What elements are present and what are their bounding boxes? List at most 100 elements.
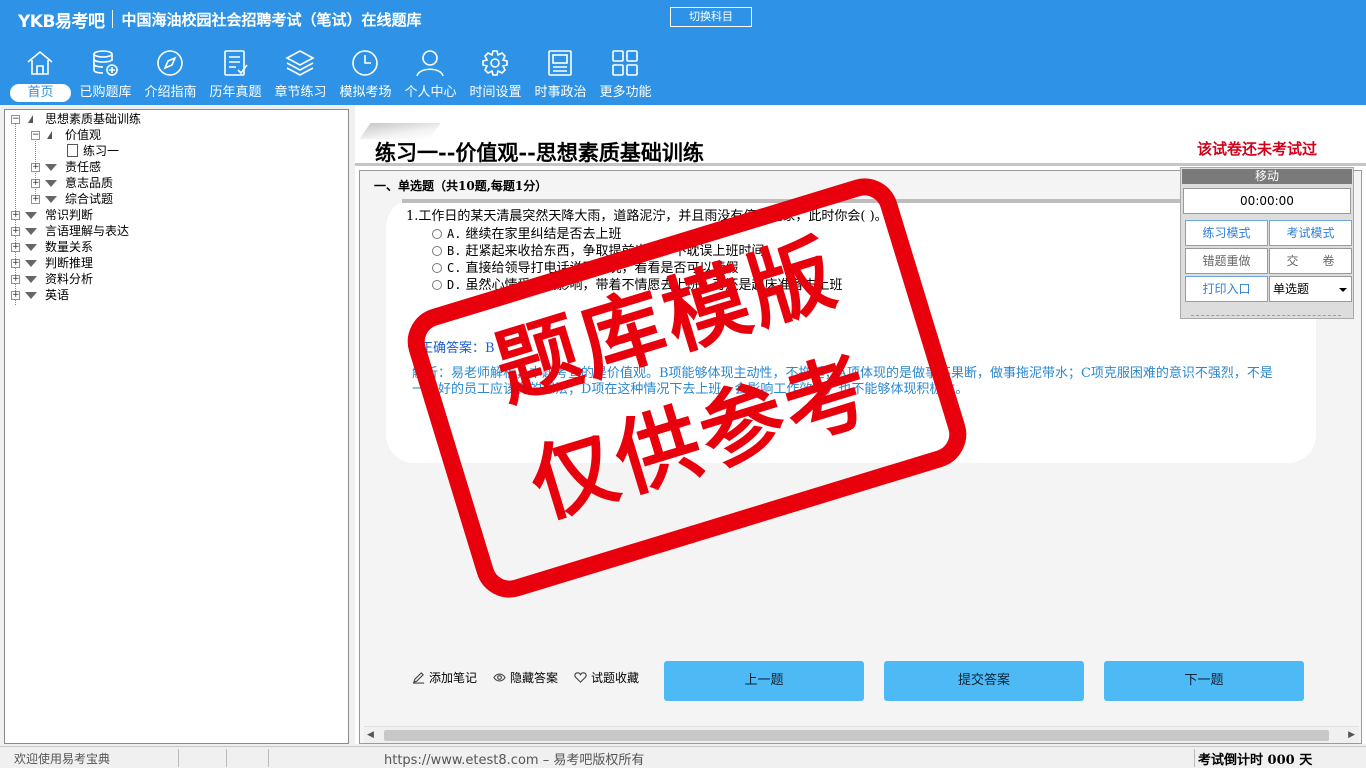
- nav-past-papers[interactable]: 历年真题: [203, 46, 268, 104]
- tree-item-english[interactable]: + 英语: [5, 287, 348, 303]
- app-logo: YKB易考吧: [18, 11, 105, 32]
- nav-label: 首页: [10, 84, 71, 102]
- panel-drag-handle[interactable]: 移动: [1182, 169, 1352, 184]
- collapse-toggle[interactable]: −: [31, 131, 40, 140]
- favorite-question-button[interactable]: 试题收藏: [574, 669, 639, 686]
- nav-chapter-practice[interactable]: 章节练习: [268, 46, 333, 104]
- correct-answer: 正确答案：B: [420, 341, 495, 356]
- expand-toggle[interactable]: +: [11, 211, 20, 220]
- clock-icon: [352, 50, 378, 76]
- expand-toggle[interactable]: +: [11, 243, 20, 252]
- nav-current-affairs[interactable]: 时事政治: [528, 46, 593, 104]
- scrollbar-thumb[interactable]: [384, 730, 1329, 741]
- collapsed-arrow-icon: [25, 292, 37, 299]
- nav-more[interactable]: 更多功能: [593, 46, 658, 104]
- nav-purchased[interactable]: 已购题库: [73, 46, 138, 104]
- nav-time-settings[interactable]: 时间设置: [463, 46, 528, 104]
- user-icon: [416, 50, 444, 77]
- panel-resize-guide: [1191, 312, 1341, 316]
- hide-answer-button[interactable]: 隐藏答案: [493, 669, 558, 686]
- document-icon: [67, 144, 78, 157]
- add-note-button[interactable]: 添加笔记: [412, 669, 477, 686]
- nav-label: 章节练习: [274, 85, 327, 100]
- nav-label: 模拟考场: [339, 85, 392, 100]
- nav-mock-exam[interactable]: 模拟考场: [333, 46, 398, 104]
- status-divider: [1194, 749, 1195, 767]
- tree-item-willpower[interactable]: + 意志品质: [5, 175, 348, 191]
- submit-answer-button[interactable]: 提交答案: [884, 661, 1084, 701]
- tool-label: 隐藏答案: [510, 671, 559, 685]
- expand-toggle[interactable]: +: [11, 227, 20, 236]
- scroll-left-icon[interactable]: ◀: [367, 730, 374, 740]
- tree-item-common-sense[interactable]: + 常识判断: [5, 207, 348, 223]
- status-divider: [226, 749, 227, 767]
- radio-button[interactable]: [432, 229, 442, 239]
- tree-item-label: 责任感: [65, 160, 102, 174]
- selected-type: 单选题: [1273, 282, 1310, 296]
- exam-status: 该试卷还未考试过: [1197, 140, 1318, 158]
- horizontal-scrollbar[interactable]: ◀ ▶: [364, 726, 1359, 743]
- nav-label: 时间设置: [469, 85, 522, 100]
- exam-mode-button[interactable]: 考试模式: [1269, 220, 1352, 246]
- tree-item-data-analysis[interactable]: + 资料分析: [5, 271, 348, 287]
- option-letter: B.: [447, 244, 462, 258]
- expanded-arrow-icon: [28, 115, 33, 123]
- expand-toggle[interactable]: +: [31, 195, 40, 204]
- tree-item-comprehensive[interactable]: + 综合试题: [5, 191, 348, 207]
- collapse-toggle[interactable]: −: [11, 115, 20, 124]
- scroll-right-icon[interactable]: ▶: [1348, 730, 1355, 740]
- question-type-select[interactable]: 单选题: [1269, 276, 1352, 302]
- expanded-arrow-icon: [47, 131, 52, 139]
- expand-toggle[interactable]: +: [31, 163, 40, 172]
- collapsed-arrow-icon: [45, 180, 57, 187]
- radio-button[interactable]: [432, 246, 442, 256]
- newspaper-icon: [548, 50, 572, 76]
- nav-label: 更多功能: [599, 85, 652, 100]
- hand-in-button[interactable]: 交 卷: [1269, 248, 1352, 274]
- practice-mode-button[interactable]: 练习模式: [1185, 220, 1268, 246]
- expand-toggle[interactable]: +: [11, 291, 20, 300]
- nav-home[interactable]: 首页: [8, 46, 73, 104]
- tree-item-label: 意志品质: [65, 176, 114, 190]
- collapsed-arrow-icon: [25, 228, 37, 235]
- answer-analysis: 解析：易老师解析，本题考查的是价值观。B项能够体现主动性，不拖延；A项体现的是做…: [412, 366, 1273, 397]
- tree-item-responsibility[interactable]: + 责任感: [5, 159, 348, 175]
- tree-item-values[interactable]: − 价值观: [5, 127, 348, 143]
- tree-item-quantitative[interactable]: + 数量关系: [5, 239, 348, 255]
- nav-personal-center[interactable]: 个人中心: [398, 46, 463, 104]
- redo-wrong-button[interactable]: 错题重做: [1185, 248, 1268, 274]
- switch-subject-button[interactable]: 切换科目: [670, 7, 752, 27]
- nav-label: 已购题库: [79, 85, 132, 100]
- app-header: YKB易考吧 中国海油校园社会招聘考试（笔试）在线题库 切换科目 首页 已购题库…: [0, 0, 1366, 105]
- option-letter: C.: [447, 261, 462, 275]
- tree-item-verbal[interactable]: + 言语理解与表达: [5, 223, 348, 239]
- question-text: 1.工作日的某天清晨突然天降大雨，道路泥泞，并且雨没有停的迹象，此时你会( )。: [406, 209, 888, 224]
- expand-toggle[interactable]: +: [11, 259, 20, 268]
- next-question-button[interactable]: 下一题: [1104, 661, 1304, 701]
- question-scroll-indicator: [402, 199, 1182, 203]
- expand-toggle[interactable]: +: [31, 179, 40, 188]
- copyright-text: https://www.etest8.com – 易考吧版权所有: [384, 753, 645, 768]
- tree-item-practice-1[interactable]: 练习一: [5, 143, 348, 159]
- nav-guide[interactable]: 介绍指南: [138, 46, 203, 104]
- prev-question-button[interactable]: 上一题: [664, 661, 864, 701]
- tree-item-label: 言语理解与表达: [45, 224, 130, 238]
- collapsed-arrow-icon: [25, 260, 37, 267]
- heart-icon: [574, 672, 587, 683]
- print-button[interactable]: 打印入口: [1185, 276, 1268, 302]
- tree-item-label: 常识判断: [45, 208, 94, 222]
- question-tools: 添加笔记 隐藏答案 试题收藏: [412, 669, 655, 686]
- tree-item-thought-quality[interactable]: − 思想素质基础训练: [5, 111, 348, 127]
- option-d[interactable]: D. 虽然心情受天气影响，带着不情愿去上班，可还是起床准备去上班: [432, 274, 842, 293]
- exam-control-panel: 移动 00:00:00 练习模式 考试模式 错题重做 交 卷 打印入口 单选题: [1180, 167, 1354, 319]
- nav-label: 介绍指南: [144, 85, 197, 100]
- tree-item-label: 价值观: [65, 128, 102, 142]
- radio-button[interactable]: [432, 280, 442, 290]
- app-title: 中国海油校园社会招聘考试（笔试）在线题库: [121, 10, 422, 29]
- option-letter: A.: [447, 227, 462, 241]
- radio-button[interactable]: [432, 263, 442, 273]
- welcome-text: 欢迎使用易考宝典: [14, 752, 111, 766]
- collapsed-arrow-icon: [25, 276, 37, 283]
- expand-toggle[interactable]: +: [11, 275, 20, 284]
- tree-item-reasoning[interactable]: + 判断推理: [5, 255, 348, 271]
